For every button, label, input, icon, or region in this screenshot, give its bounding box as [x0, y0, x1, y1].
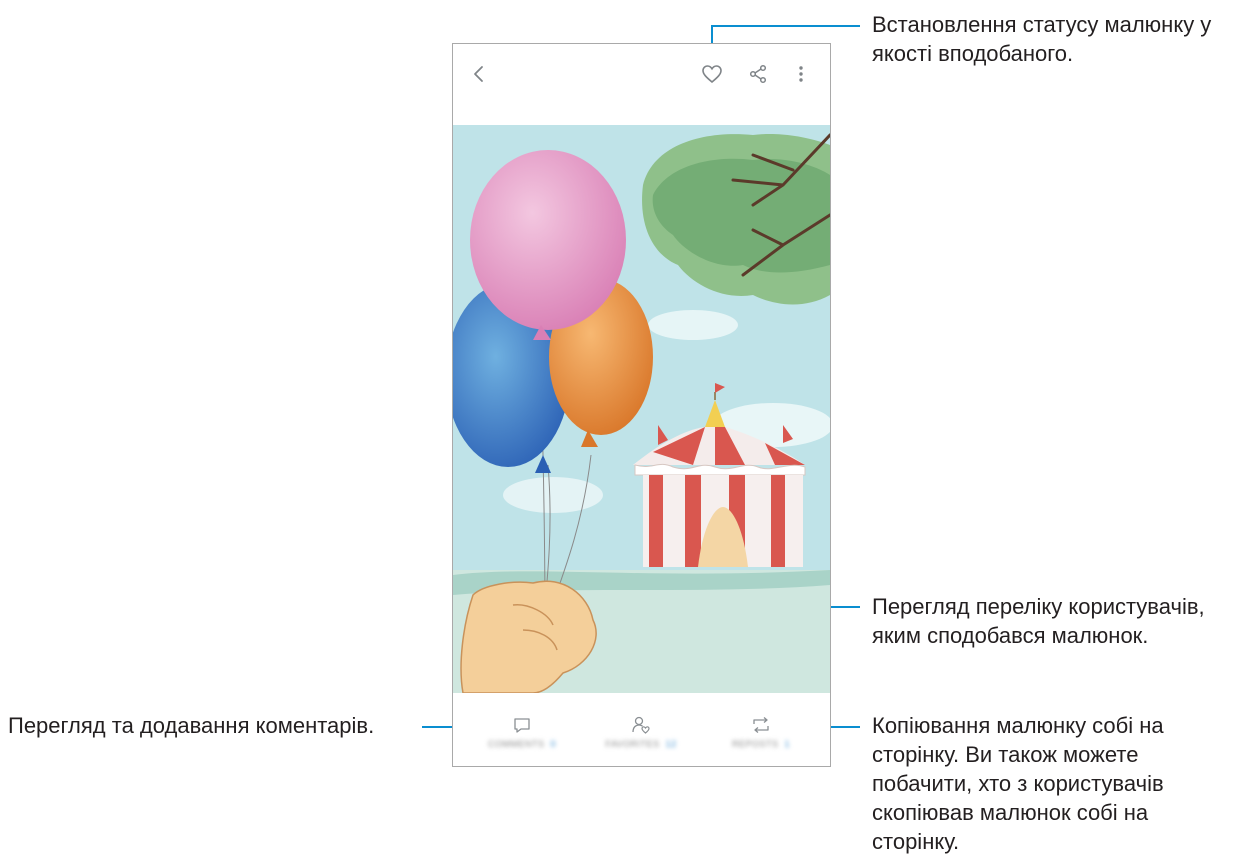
callout-line: сторінку. Ви також можете — [872, 742, 1139, 767]
chevron-left-icon — [474, 66, 483, 82]
comments-label: COMMENTS 0 — [488, 739, 556, 749]
favorites-text: FAVORITES — [605, 739, 660, 749]
liked-users-button[interactable]: FAVORITES 12 — [586, 715, 696, 760]
comments-text: COMMENTS — [487, 739, 545, 749]
bottom-action-bar: COMMENTS 0 FAVORITES 12 REPOSTS 1 — [453, 693, 830, 766]
liked-users-label: FAVORITES 12 — [605, 739, 676, 749]
callout-like: Встановлення статусу малюнку у якості вп… — [872, 10, 1211, 68]
callout-line: скопіював малюнок собі на — [872, 800, 1149, 825]
artwork-image[interactable] — [453, 125, 830, 694]
share-button[interactable] — [746, 62, 770, 86]
more-options-button[interactable] — [789, 62, 813, 86]
callout-line: якості вподобаного. — [872, 41, 1074, 66]
artwork-drawing — [453, 125, 830, 694]
comments-button[interactable]: COMMENTS 0 — [467, 715, 577, 760]
callout-line: яким сподобався малюнок. — [872, 623, 1149, 648]
callout-line: побачити, хто з користувачів — [872, 771, 1164, 796]
repost-button[interactable]: REPOSTS 1 — [706, 715, 816, 760]
callout-liked-users: Перегляд переліку користувачів, яким спо… — [872, 592, 1205, 650]
repost-label: REPOSTS 1 — [732, 739, 790, 749]
callout-comments: Перегляд та додавання коментарів. — [8, 711, 374, 740]
app-toolbar — [453, 44, 830, 104]
reposts-count: 1 — [784, 739, 791, 749]
heart-outline-icon — [702, 65, 722, 84]
callout-line: Перегляд переліку користувачів, — [872, 594, 1205, 619]
callout-line: Копіювання малюнку собі на — [872, 713, 1164, 738]
comment-icon — [512, 715, 532, 735]
reposts-text: REPOSTS — [731, 739, 779, 749]
callout-line: Встановлення статусу малюнку у — [872, 12, 1212, 37]
callout-line: сторінку. — [872, 829, 960, 854]
share-icon — [749, 64, 767, 84]
more-vertical-icon — [799, 66, 803, 82]
comments-count: 0 — [550, 739, 557, 749]
back-button[interactable] — [467, 62, 491, 86]
like-button[interactable] — [700, 62, 724, 86]
liked-users-icon — [631, 715, 651, 735]
repost-icon — [751, 715, 771, 735]
phone-screen: COMMENTS 0 FAVORITES 12 REPOSTS 1 — [452, 43, 831, 767]
leader-like-h — [712, 25, 860, 27]
favorites-count: 12 — [665, 739, 677, 749]
callout-line: Перегляд та додавання коментарів. — [8, 713, 375, 738]
callout-repost: Копіювання малюнку собі на сторінку. Ви … — [872, 711, 1164, 856]
